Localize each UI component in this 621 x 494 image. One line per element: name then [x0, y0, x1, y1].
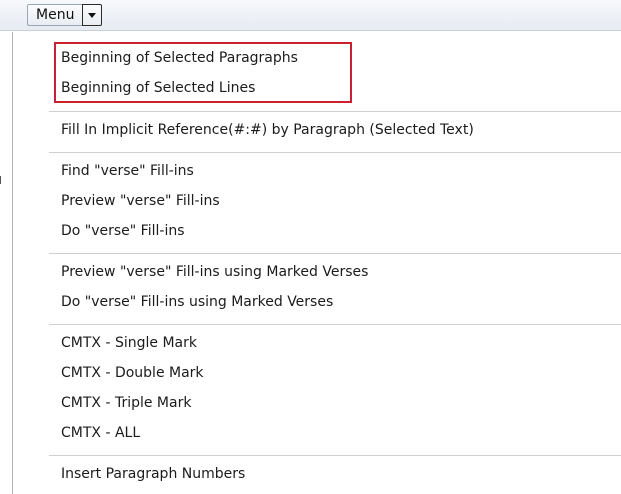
menu-item-cmtx-triple-mark[interactable]: CMTX - Triple Mark: [61, 390, 191, 417]
dropdown-menu: Beginning of Selected Paragraphs Beginni…: [12, 32, 621, 494]
menu-item-insert-paragraph-numbers[interactable]: Insert Paragraph Numbers: [61, 461, 245, 488]
window-edge-mark: [0, 176, 1, 184]
screen: Menu Beginning of Selected Paragraphs Be…: [0, 0, 621, 494]
menu-button[interactable]: Menu: [27, 4, 103, 26]
menu-item-fill-in-implicit-reference[interactable]: Fill In Implicit Reference(#:#) by Parag…: [61, 117, 474, 144]
menu-separator: [49, 111, 621, 112]
chevron-down-icon: [87, 12, 97, 19]
menu-item-do-verse-fill-ins[interactable]: Do "verse" Fill-ins: [61, 218, 185, 245]
menu-dropdown-button[interactable]: [82, 4, 103, 26]
menu-item-preview-verse-fill-ins-marked[interactable]: Preview "verse" Fill-ins using Marked Ve…: [61, 259, 368, 286]
menu-item-cmtx-single-mark[interactable]: CMTX - Single Mark: [61, 330, 197, 357]
menu-label[interactable]: Menu: [27, 4, 83, 26]
menu-separator: [49, 152, 621, 153]
menu-item-beginning-of-selected-lines[interactable]: Beginning of Selected Lines: [61, 75, 255, 102]
menu-item-cmtx-all[interactable]: CMTX - ALL: [61, 420, 140, 447]
menu-separator: [49, 253, 621, 254]
menu-item-preview-verse-fill-ins[interactable]: Preview "verse" Fill-ins: [61, 188, 220, 215]
toolbar: Menu: [0, 0, 621, 31]
menu-item-do-verse-fill-ins-marked[interactable]: Do "verse" Fill-ins using Marked Verses: [61, 289, 333, 316]
menu-item-find-verse-fill-ins[interactable]: Find "verse" Fill-ins: [61, 158, 194, 185]
menu-item-beginning-of-selected-paragraphs[interactable]: Beginning of Selected Paragraphs: [61, 45, 298, 72]
menu-separator: [49, 324, 621, 325]
menu-item-cmtx-double-mark[interactable]: CMTX - Double Mark: [61, 360, 204, 387]
menu-separator: [49, 455, 621, 456]
